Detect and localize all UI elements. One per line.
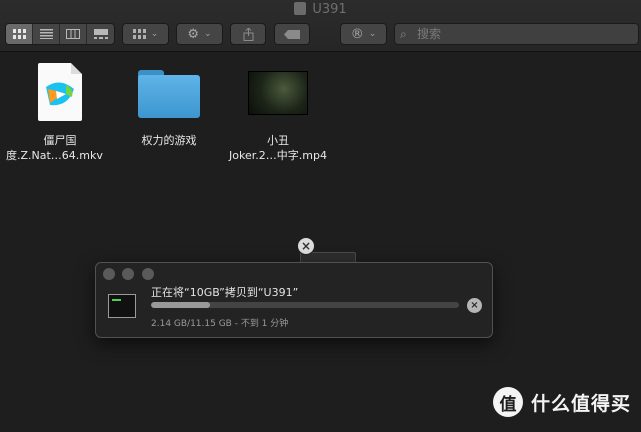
list-icon: [39, 29, 53, 39]
gallery-icon: [93, 29, 108, 39]
file-item-folder[interactable]: 权力的游戏: [124, 133, 214, 148]
watermark-text: 什么值得买: [530, 392, 631, 415]
group-icon: [132, 28, 146, 39]
window-title: U391: [312, 2, 347, 17]
columns-icon: [66, 29, 80, 39]
copy-status: 2.14 GB/11.15 GB - 不到 1 分钟: [151, 319, 289, 329]
icon-view-button[interactable]: [6, 24, 33, 44]
column-view-button[interactable]: [60, 24, 87, 44]
video-app-logo-icon: [46, 82, 74, 106]
app-menu-button[interactable]: ® ⌄: [340, 23, 387, 45]
copy-progress-dialog: 正在将“10GB”拷贝到“U391” 2.14 GB/11.15 GB - 不到…: [95, 262, 493, 338]
cancel-copy-button[interactable]: ×: [467, 298, 482, 313]
share-button[interactable]: [230, 23, 266, 45]
action-button[interactable]: ⚙ ⌄: [176, 23, 223, 45]
close-icon: ×: [470, 300, 479, 311]
folder-body: [138, 75, 200, 118]
finder-toolbar: U391 ⌄ ⚙ ⌄ ® ⌄ ⌕: [0, 0, 641, 52]
search-field[interactable]: ⌕: [394, 23, 639, 45]
mkv-file-icon[interactable]: [38, 63, 82, 121]
video-thumbnail[interactable]: [248, 71, 308, 115]
tag-button[interactable]: [274, 23, 310, 45]
file-item-mkv[interactable]: 僵尸国 度.Z.Nat…64.mkv: [6, 133, 103, 163]
view-mode-control: [5, 23, 115, 45]
chevron-down-icon: ⌄: [368, 29, 377, 39]
group-button[interactable]: ⌄: [122, 23, 169, 45]
copy-message: 正在将“10GB”拷贝到“U391”: [151, 286, 299, 299]
folder-icon[interactable]: [138, 70, 200, 118]
search-input[interactable]: [417, 26, 627, 42]
close-window-button[interactable]: [103, 268, 115, 280]
file-name-line1: 僵尸国: [43, 134, 77, 147]
chevron-down-icon: ⌄: [150, 29, 159, 39]
file-name-line1: 小丑: [267, 134, 289, 147]
terminal-file-icon: [108, 294, 136, 318]
watermark-logo-icon: 值: [492, 387, 523, 417]
tag-icon: [284, 29, 300, 39]
watermark: 值 什么值得买: [492, 387, 631, 417]
grid-icon: [12, 28, 26, 39]
copy-progress-fill: [151, 302, 210, 308]
close-icon[interactable]: ×: [297, 237, 315, 255]
gear-icon: ⚙: [187, 26, 200, 42]
zoom-window-button[interactable]: [142, 268, 154, 280]
file-item-mp4[interactable]: 小丑 Joker.2…中字.mp4: [226, 133, 330, 163]
share-icon: [243, 27, 253, 41]
gallery-view-button[interactable]: [87, 24, 114, 44]
registered-icon: ®: [350, 26, 364, 42]
folder-name: 权力的游戏: [141, 134, 197, 147]
copy-progress-bar: [151, 302, 459, 308]
list-view-button[interactable]: [33, 24, 60, 44]
window-title-area: U391: [0, 2, 641, 17]
minimize-window-button[interactable]: [122, 268, 134, 280]
file-name-line2: Joker.2…中字.mp4: [229, 149, 327, 162]
search-icon: ⌕: [400, 27, 407, 41]
file-name-line2: 度.Z.Nat…64.mkv: [6, 149, 103, 162]
drive-icon: [294, 2, 307, 15]
chevron-down-icon: ⌄: [204, 29, 212, 39]
